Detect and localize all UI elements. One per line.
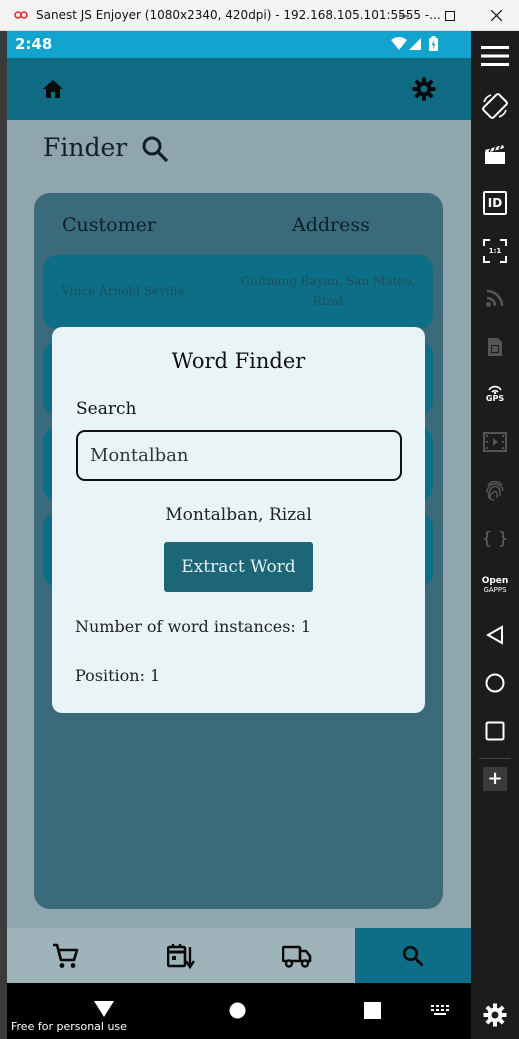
page-title: Finder <box>43 133 127 162</box>
clapperboard-icon <box>485 145 505 164</box>
signal-icon <box>409 38 421 50</box>
word-instances-text: Number of word instances: 1 <box>75 617 312 636</box>
plus-label: + <box>487 768 503 789</box>
system-navigation-bar: Free for personal use <box>7 983 471 1039</box>
toolbar-network-button[interactable] <box>471 278 519 318</box>
close-button[interactable] <box>473 0 519 31</box>
status-bar: 2:48 <box>7 31 471 58</box>
search-label: Search <box>76 399 137 419</box>
maximize-button[interactable] <box>427 0 473 31</box>
keyboard-icon[interactable] <box>430 1004 450 1018</box>
circle-home-icon <box>485 673 505 693</box>
toolbar-opengapps-button[interactable]: Open GAPPS <box>471 566 519 606</box>
toolbar-record-button[interactable] <box>471 134 519 174</box>
toolbar-fingerprint-button[interactable] <box>471 470 519 510</box>
rotate-icon <box>482 93 508 119</box>
nav-orders[interactable] <box>123 928 239 983</box>
window-title-bar: Sanest JS Enjoyer (1080x2340, 420dpi) - … <box>0 0 519 31</box>
row-address: Guitnang Bayan, San Mateo, Rizal <box>240 274 416 308</box>
extract-word-button[interactable]: Extract Word <box>164 542 313 592</box>
wifi-icon <box>391 37 407 50</box>
source-text: Montalban, Rizal <box>165 505 312 525</box>
column-header-address: Address <box>292 214 370 236</box>
film-icon <box>483 432 507 452</box>
minimize-icon <box>399 15 409 16</box>
toolbar-recents-button[interactable] <box>471 711 519 751</box>
close-icon <box>490 10 502 21</box>
maximize-icon <box>445 10 455 21</box>
cart-icon <box>53 943 79 968</box>
nav-finder[interactable] <box>355 928 471 983</box>
bottom-navigation <box>7 928 471 983</box>
row-customer: Vince Arnold Sevilla <box>61 284 185 298</box>
toolbar-gps-button[interactable]: GPS <box>471 373 519 413</box>
opengapps-label-1: Open <box>481 576 509 586</box>
nav-delivery[interactable] <box>239 928 355 983</box>
emulator-toolbar: ID 1:1 GPS { } Open GAPPS + <box>471 31 519 1039</box>
truck-icon <box>282 945 312 968</box>
table-row[interactable]: Vince Arnold Sevilla Guitnang Bayan, San… <box>43 255 433 329</box>
window-left-edge <box>0 31 7 1039</box>
toolbar-settings-button[interactable] <box>471 995 519 1035</box>
scrcpy-app-icon <box>14 11 28 19</box>
square-recents-icon <box>485 721 505 741</box>
word-finder-dialog: Word Finder Search Montalban, Rizal Extr… <box>52 327 425 713</box>
fingerprint-icon <box>486 480 504 501</box>
column-header-customer: Customer <box>62 214 156 236</box>
toolbar-rotate-button[interactable] <box>471 86 519 126</box>
toolbar-sim-button[interactable] <box>471 327 519 367</box>
recents-icon[interactable] <box>364 1002 381 1019</box>
emulator-window: Sanest JS Enjoyer (1080x2340, 420dpi) - … <box>0 0 519 1039</box>
triangle-back-icon <box>486 625 503 645</box>
toolbar-api-button[interactable]: { } <box>471 519 519 559</box>
battery-icon <box>429 36 438 51</box>
toolbar-home-button[interactable] <box>471 663 519 703</box>
search-icon <box>402 945 424 966</box>
braces-icon: { } <box>481 528 509 549</box>
toolbar-device-id-button[interactable]: ID <box>471 183 519 223</box>
device-id-label: ID <box>487 196 503 210</box>
home-icon[interactable] <box>42 79 64 99</box>
minimize-button[interactable] <box>381 0 427 31</box>
word-position-text: Position: 1 <box>75 666 161 685</box>
status-time: 2:48 <box>15 35 53 53</box>
dialog-title: Word Finder <box>171 349 306 373</box>
home-circle-icon[interactable] <box>229 1002 246 1019</box>
sim-card-icon <box>488 338 502 356</box>
hamburger-icon <box>481 46 509 66</box>
gear-icon[interactable] <box>412 77 436 101</box>
opengapps-icon: Open GAPPS <box>482 577 509 595</box>
gps-label: GPS <box>485 393 505 403</box>
rss-icon <box>486 289 504 307</box>
page-title-text: Finder <box>43 133 128 162</box>
nav-cart[interactable] <box>7 928 123 983</box>
window-title: Sanest JS Enjoyer (1080x2340, 420dpi) - … <box>36 8 441 22</box>
search-icon <box>142 136 169 163</box>
gps-icon: GPS <box>486 384 504 403</box>
ratio-label: 1:1 <box>488 247 502 255</box>
search-input[interactable] <box>76 430 402 481</box>
opengapps-label-2: GAPPS <box>483 586 507 594</box>
toolbar-add-button[interactable]: + <box>471 759 519 799</box>
phone-screen: 2:48 Finder Customer Address Vince Arnol… <box>7 31 471 983</box>
plus-icon: + <box>483 767 507 791</box>
back-icon[interactable] <box>93 1000 115 1018</box>
toolbar-back-button[interactable] <box>471 615 519 655</box>
app-bar <box>7 58 471 120</box>
gear-icon <box>483 1003 507 1027</box>
device-id-icon: ID <box>483 191 507 215</box>
watermark-text: Free for personal use <box>11 1020 127 1033</box>
fit-screen-icon: 1:1 <box>483 239 507 263</box>
calendar-sort-icon <box>167 943 195 969</box>
toolbar-pixel-perfect-button[interactable]: 1:1 <box>471 231 519 271</box>
toolbar-screen-record-button[interactable] <box>471 422 519 462</box>
toolbar-menu-button[interactable] <box>471 36 519 76</box>
